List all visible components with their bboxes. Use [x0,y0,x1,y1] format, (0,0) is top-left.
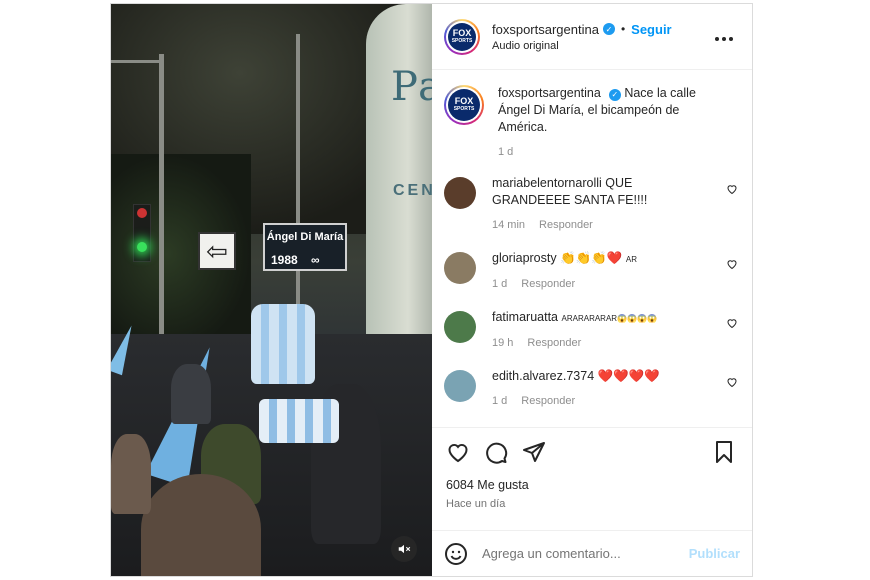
like-comment-heart-icon[interactable] [726,183,738,198]
traffic-light-red [137,208,147,218]
comment-item: fatimaruatta ARARARARAR😱😱😱😱 19 h Responde… [432,309,752,352]
street-pole [296,34,300,314]
avatar[interactable] [444,370,476,402]
building-sign-sub: CEN [393,182,432,199]
street-pole [159,54,164,354]
arrow-sign: ⇦ [198,232,236,270]
comment-text: 👏👏👏❤️ [560,251,623,265]
save-bookmark-icon[interactable] [712,440,738,466]
person [141,474,261,576]
caption-username[interactable]: foxsportsargentina [498,86,601,100]
comment-text: ❤️❤️❤️❤️ [597,369,660,383]
person [111,434,151,514]
street-sign: Ángel Di María 1988 ∞ [263,223,347,271]
comment-username[interactable]: fatimaruatta [492,310,558,324]
comment-input[interactable] [482,546,689,561]
post-details-panel: FOX SPORTS foxsportsargentina ✓ • Seguir … [432,4,752,576]
share-icon[interactable] [522,440,548,466]
post-video[interactable]: Par CEN ⇦ Ángel Di María 1988 ∞ [111,4,432,576]
post-caption: FOX SPORTS foxsportsargentina ✓ Nace la ca… [432,71,752,161]
add-comment-bar: Publicar [432,530,752,576]
username-link[interactable]: foxsportsargentina [492,22,599,37]
comment-icon[interactable] [484,440,510,466]
reply-button[interactable]: Responder [539,219,593,231]
post-actions: 6084 Me gusta Hace un día [432,427,752,517]
avatar[interactable] [444,177,476,209]
comment-time[interactable]: 1 d [492,278,507,290]
comment-item: mariabelentornarolli QUE GRANDEEEE SANTA… [432,175,752,234]
fox-sports-logo: FOX SPORTS [448,22,476,51]
separator: • [620,22,626,36]
verified-badge-icon: ✓ [602,23,615,35]
mute-button[interactable] [391,536,417,562]
comments-list[interactable]: FOX SPORTS foxsportsargentina ✓ Nace la ca… [432,71,752,427]
instagram-post-frame: Par CEN ⇦ Ángel Di María 1988 ∞ FOXSPORT… [110,3,753,577]
comment-item: gloriaprosty 👏👏👏❤️ AR 1 d Responder [432,250,752,293]
comment-text: ARARARARAR😱😱😱😱 [561,314,657,323]
likes-count[interactable]: 6084 Me gusta [446,478,738,492]
caption-time[interactable]: 1 d [498,144,718,161]
building-sign: Par [391,64,432,110]
comment-time[interactable]: 1 d [492,395,507,407]
comment-suffix: AR [625,255,637,264]
comment-time[interactable]: 14 min [492,219,525,231]
emoji-icon[interactable] [444,542,468,566]
person [171,364,211,424]
post-date[interactable]: Hace un día [446,498,738,510]
verified-badge-icon: ✓ [608,88,621,101]
avatar[interactable] [444,311,476,343]
comment-item: edith.alvarez.7374 ❤️❤️❤️❤️ 1 d Responder [432,368,752,410]
publish-button[interactable]: Publicar [689,546,740,561]
reply-button[interactable]: Responder [527,337,581,349]
like-heart-icon[interactable] [446,440,472,466]
reply-button[interactable]: Responder [521,395,575,407]
street-sign-year: 1988 ∞ [271,253,320,267]
comment-username[interactable]: mariabelentornarolli [492,176,602,190]
audio-link[interactable]: Audio original [492,40,672,52]
traffic-light-green [137,242,147,252]
avatar[interactable] [444,252,476,284]
jersey [259,399,339,443]
follow-button[interactable]: Seguir [631,22,671,37]
comment-time[interactable]: 19 h [492,337,513,349]
jersey [251,304,315,384]
like-comment-heart-icon[interactable] [726,317,738,332]
like-comment-heart-icon[interactable] [726,376,738,391]
post-header: FOX SPORTS foxsportsargentina ✓ • Seguir … [432,4,752,70]
speaker-muted-icon [398,544,411,554]
comment-username[interactable]: edith.alvarez.7374 [492,369,594,383]
comment-username[interactable]: gloriaprosty [492,251,557,265]
reply-button[interactable]: Responder [521,278,575,290]
fox-sports-logo: FOX SPORTS [448,89,480,121]
more-options-icon[interactable] [714,26,734,47]
like-comment-heart-icon[interactable] [726,258,738,273]
avatar[interactable]: FOX SPORTS [444,18,480,55]
avatar[interactable]: FOX SPORTS [444,85,484,125]
pole-arm [111,60,161,63]
street-sign-name: Ángel Di María [266,231,344,243]
